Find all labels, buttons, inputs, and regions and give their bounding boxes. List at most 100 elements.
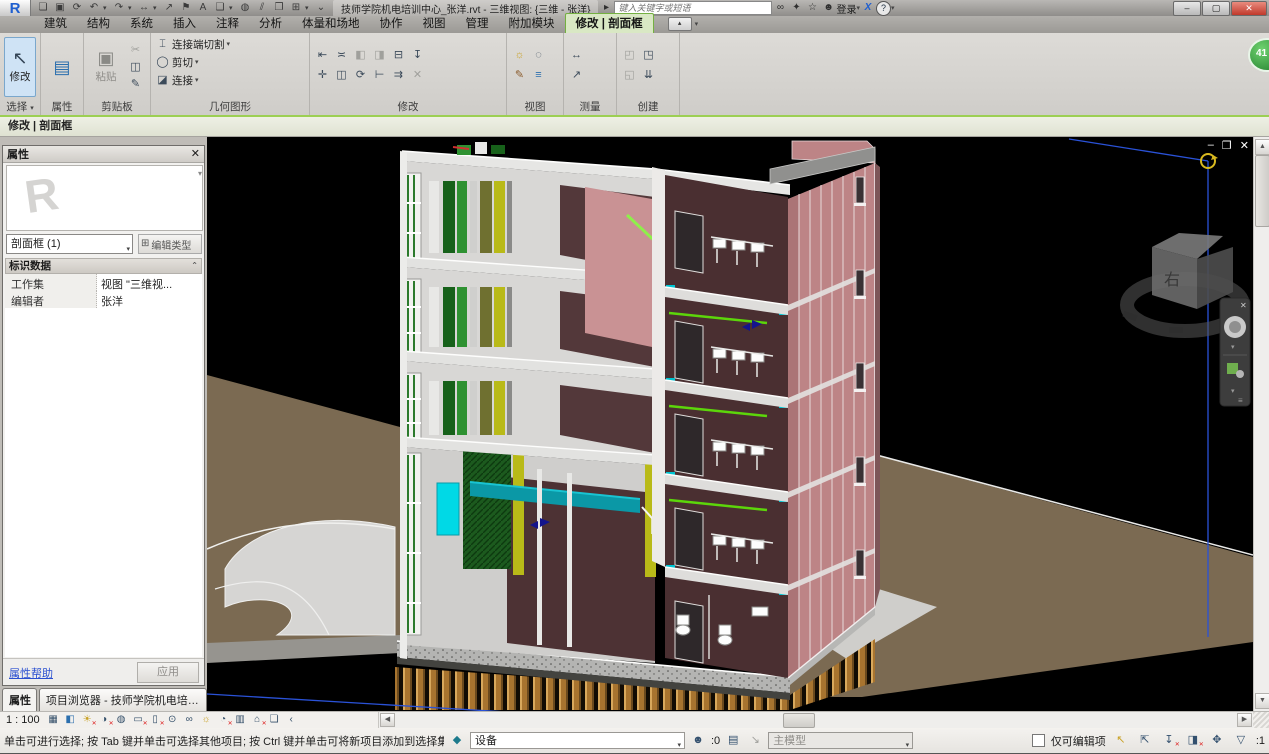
aligned-dim-icon[interactable]: ↗ bbox=[568, 67, 585, 83]
palette-header[interactable]: 属性 ✕ bbox=[3, 146, 204, 163]
infocenter-collapse-icon[interactable]: ▸ bbox=[598, 3, 614, 13]
3d-view-canvas[interactable]: 右 ✕ ▾ ▾ ≡ bbox=[207, 137, 1253, 711]
copy-element-icon[interactable]: ◫ bbox=[333, 67, 350, 83]
hide-elements-icon[interactable]: ◌ bbox=[530, 47, 547, 63]
navbar-zoom-dropdown-icon[interactable]: ▾ bbox=[1231, 388, 1235, 395]
exchange-apps-icon[interactable]: X bbox=[860, 3, 876, 13]
select-underlay-icon[interactable]: ⇱ bbox=[1136, 735, 1154, 746]
scroll-up-arrow[interactable]: ▲ bbox=[1255, 139, 1269, 155]
delete-icon[interactable]: ✕ bbox=[409, 67, 426, 83]
crop-view-icon[interactable]: ▭ bbox=[131, 715, 146, 725]
view-close-icon[interactable]: ✕ bbox=[1240, 139, 1249, 152]
navbar-more-icon[interactable]: ≡ bbox=[1238, 396, 1243, 405]
tab-massing-site[interactable]: 体量和场地 bbox=[292, 14, 370, 33]
drag-on-selection-icon[interactable]: ✥ bbox=[1208, 735, 1226, 746]
switch-windows-dropdown-icon[interactable]: ▾ bbox=[305, 4, 312, 12]
property-row-edited-by[interactable]: 编辑者 张洋 bbox=[5, 291, 202, 309]
tab-modify-section-box[interactable]: 修改 | 剖面框 bbox=[565, 13, 654, 33]
pin-icon[interactable]: ↧ bbox=[409, 47, 426, 63]
undo-icon[interactable]: ↶ bbox=[86, 1, 102, 15]
select-by-face-icon[interactable]: ◨ bbox=[1184, 735, 1202, 746]
editing-requests-icon[interactable]: ☻ bbox=[689, 735, 707, 746]
active-workset-select[interactable]: 设备 ▾ bbox=[470, 732, 685, 749]
paste-button[interactable]: ▣ 粘贴 bbox=[88, 38, 124, 96]
analytical-model-icon[interactable]: ⌂ bbox=[250, 715, 265, 725]
offset-icon[interactable]: ≍ bbox=[333, 47, 350, 63]
scroll-right-arrow[interactable]: ▶ bbox=[1237, 713, 1252, 727]
modify-button[interactable]: ↖ 修改 bbox=[4, 37, 36, 97]
zoom-tool-icon[interactable] bbox=[1227, 363, 1238, 374]
section-icon[interactable]: ⫽ bbox=[254, 1, 270, 15]
application-menu-button[interactable]: R bbox=[0, 0, 31, 16]
scroll-left-arrow[interactable]: ◀ bbox=[380, 713, 395, 727]
text-icon[interactable]: A bbox=[195, 1, 211, 15]
temporary-view-properties-icon[interactable]: ▥ bbox=[233, 715, 248, 725]
properties-toggle-button[interactable]: ▤ bbox=[45, 38, 79, 96]
ribbon-minimize-button[interactable]: ▴ bbox=[668, 17, 692, 31]
vertical-scroll-thumb[interactable] bbox=[1255, 155, 1269, 227]
tab-insert[interactable]: 插入 bbox=[163, 14, 206, 33]
create-similar-icon[interactable]: ⇊ bbox=[640, 67, 657, 83]
split-icon[interactable]: ⊟ bbox=[390, 47, 407, 63]
tab-project-browser[interactable]: 项目浏览器 - 技师学院机电培训... bbox=[39, 688, 207, 711]
sign-in-label[interactable]: 登录 bbox=[836, 1, 856, 16]
view-restore-icon[interactable]: ❐ bbox=[1222, 139, 1232, 152]
tab-analyze[interactable]: 分析 bbox=[249, 14, 292, 33]
detail-level-icon[interactable]: ▦ bbox=[46, 715, 61, 725]
worksets-icon[interactable]: ◆ bbox=[448, 735, 466, 746]
tab-annotate[interactable]: 注释 bbox=[206, 14, 249, 33]
design-options-icon[interactable]: ▤ bbox=[724, 735, 742, 746]
tab-architecture[interactable]: 建筑 bbox=[34, 14, 77, 33]
save-icon[interactable]: ▣ bbox=[52, 1, 68, 15]
sun-path-icon[interactable]: ☀ bbox=[80, 715, 95, 725]
palette-close-icon[interactable]: ✕ bbox=[191, 149, 200, 160]
temporary-hide-isolate-icon[interactable]: ∞ bbox=[182, 715, 197, 725]
selection-filter-icon[interactable]: ▽ bbox=[1232, 735, 1250, 746]
close-button[interactable]: ✕ bbox=[1231, 1, 1267, 16]
shadows-icon[interactable]: ◑ bbox=[97, 715, 112, 725]
tab-properties-palette[interactable]: 属性 bbox=[2, 688, 37, 711]
array-icon[interactable]: ⇉ bbox=[390, 67, 407, 83]
mirror-draw-icon[interactable]: ◨ bbox=[371, 47, 388, 63]
tab-collaborate[interactable]: 协作 bbox=[370, 14, 413, 33]
align-icon[interactable]: ⇤ bbox=[314, 47, 331, 63]
viewbar-collapse-icon[interactable]: ‹ bbox=[284, 715, 299, 725]
redo-dropdown-icon[interactable]: ▾ bbox=[128, 4, 135, 12]
properties-help-link[interactable]: 属性帮助 bbox=[9, 665, 53, 681]
highlight-displacement-icon[interactable]: ❏ bbox=[267, 715, 282, 725]
visual-style-icon[interactable]: ◧ bbox=[63, 715, 78, 725]
show-crop-region-icon[interactable]: ▯ bbox=[148, 715, 163, 725]
measure-tool-icon[interactable]: ↔ bbox=[568, 47, 585, 63]
tab-manage[interactable]: 管理 bbox=[456, 14, 499, 33]
communication-center-icon[interactable]: ✦ bbox=[788, 3, 804, 13]
tab-addins[interactable]: 附加模块 bbox=[499, 14, 565, 33]
cut-icon[interactable]: ✂ bbox=[127, 42, 144, 58]
vertical-scrollbar[interactable]: ▲ ▼ bbox=[1253, 137, 1269, 711]
drawing-area[interactable]: – ❐ ✕ bbox=[207, 137, 1253, 711]
identity-data-header[interactable]: 标识数据 ⌃ bbox=[5, 258, 202, 274]
design-options-pick-icon[interactable]: ↘ bbox=[746, 735, 764, 746]
switch-windows-icon[interactable]: ⊞ bbox=[288, 1, 304, 15]
mirror-axis-icon[interactable]: ◧ bbox=[352, 47, 369, 63]
help-icon[interactable]: ? bbox=[876, 1, 891, 16]
editable-only-checkbox[interactable] bbox=[1032, 734, 1045, 747]
paintbrush-icon[interactable]: ✎ bbox=[511, 67, 528, 83]
cope-button[interactable]: ⌶连接端切割▾ bbox=[155, 35, 230, 53]
create-parts-icon[interactable]: ◰ bbox=[621, 47, 638, 63]
lightbulb-icon[interactable]: ☼ bbox=[511, 47, 528, 63]
measure-dropdown-icon[interactable]: ▾ bbox=[153, 4, 160, 12]
scroll-down-arrow[interactable]: ▼ bbox=[1255, 693, 1269, 709]
property-row-workset[interactable]: 工作集 视图 "三维视... bbox=[5, 274, 202, 292]
reveal-hidden-elements-icon[interactable]: ☼ bbox=[199, 715, 214, 725]
render-icon[interactable]: ◍ bbox=[237, 1, 253, 15]
match-type-icon[interactable]: ✎ bbox=[127, 76, 144, 92]
close-hidden-windows-icon[interactable]: ❐ bbox=[271, 1, 287, 15]
view-scale[interactable]: 1 : 100 bbox=[6, 714, 40, 726]
navbar-wheel-dropdown-icon[interactable]: ▾ bbox=[1231, 344, 1235, 351]
view-cube-face-label[interactable]: 右 bbox=[1164, 271, 1180, 289]
horizontal-scroll-thumb[interactable] bbox=[783, 713, 815, 728]
type-selector[interactable]: 剖面框 (1) ▾ bbox=[6, 234, 133, 254]
tab-systems[interactable]: 系统 bbox=[120, 14, 163, 33]
horizontal-scrollbar[interactable]: ◀ ▶ bbox=[378, 712, 1253, 728]
show-rendering-icon[interactable]: ◍ bbox=[114, 715, 129, 725]
